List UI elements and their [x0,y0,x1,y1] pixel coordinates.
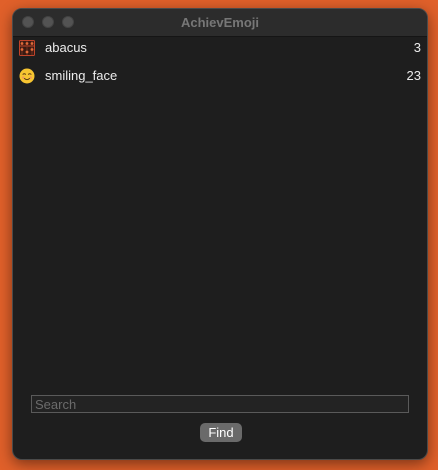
list-item-label: abacus [45,40,87,55]
window-title: AchievEmoji [180,15,260,30]
list-item-count: 3 [413,40,421,55]
list-item[interactable]: abacus 3 [13,37,427,65]
list-item-count: 23 [406,68,421,83]
emoji-list: abacus 3 smiling_face 23 [13,37,427,93]
find-button[interactable]: Find [200,423,242,442]
app-window: AchievEmoji abacus 3 smiling_face 23 Sea… [12,8,428,460]
list-item[interactable]: smiling_face 23 [13,65,427,93]
abacus-icon [19,40,35,56]
title-bar[interactable]: AchievEmoji [13,9,427,37]
smiling-face-icon [19,68,35,84]
list-item-label: smiling_face [45,68,118,83]
search-input[interactable] [31,395,409,413]
